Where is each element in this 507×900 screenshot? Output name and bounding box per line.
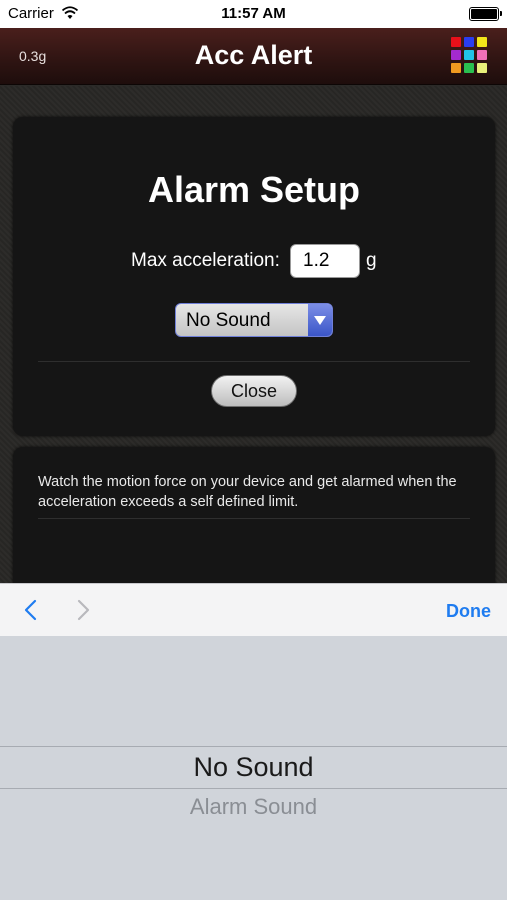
selection-indicator-top (0, 746, 507, 747)
unit-label: g (366, 250, 377, 271)
grid-square (464, 63, 474, 73)
status-bar: Carrier 11:57 AM (0, 0, 507, 28)
grid-square (464, 37, 474, 47)
done-button[interactable]: Done (446, 601, 491, 622)
grid-square (464, 50, 474, 60)
picker-option[interactable]: Alarm Sound (0, 794, 507, 820)
chevron-right-icon[interactable] (74, 598, 92, 622)
divider (38, 361, 470, 362)
grid-square (477, 50, 487, 60)
sound-select[interactable]: No Sound (175, 303, 333, 337)
dropdown-arrow-icon (308, 304, 332, 336)
grid-square (477, 63, 487, 73)
grid-square (477, 37, 487, 47)
color-grid-icon[interactable] (451, 37, 487, 73)
max-acceleration-label: Max acceleration: (131, 250, 280, 271)
status-time: 11:57 AM (221, 5, 286, 22)
battery-icon (469, 7, 502, 21)
grid-square (451, 37, 461, 47)
grid-square (451, 63, 461, 73)
close-button[interactable]: Close (211, 375, 297, 407)
alarm-setup-card: Alarm Setup Max acceleration: g No Sound… (13, 117, 495, 436)
chevron-left-icon[interactable] (22, 598, 40, 622)
sound-select-value: No Sound (186, 310, 271, 331)
app-title: Acc Alert (194, 40, 313, 70)
input-accessory-toolbar: Done (0, 583, 507, 636)
sound-picker[interactable]: No Sound Alarm Sound (0, 636, 507, 900)
max-acceleration-input[interactable] (290, 244, 360, 278)
picker-option-selected[interactable]: No Sound (0, 752, 507, 783)
grid-square (451, 50, 461, 60)
nav-bar: 0.3g Acc Alert (0, 28, 507, 85)
alarm-setup-heading: Alarm Setup (147, 169, 361, 210)
divider (38, 518, 470, 519)
selection-indicator-bottom (0, 788, 507, 789)
app-description: Watch the motion force on your device an… (38, 474, 457, 510)
